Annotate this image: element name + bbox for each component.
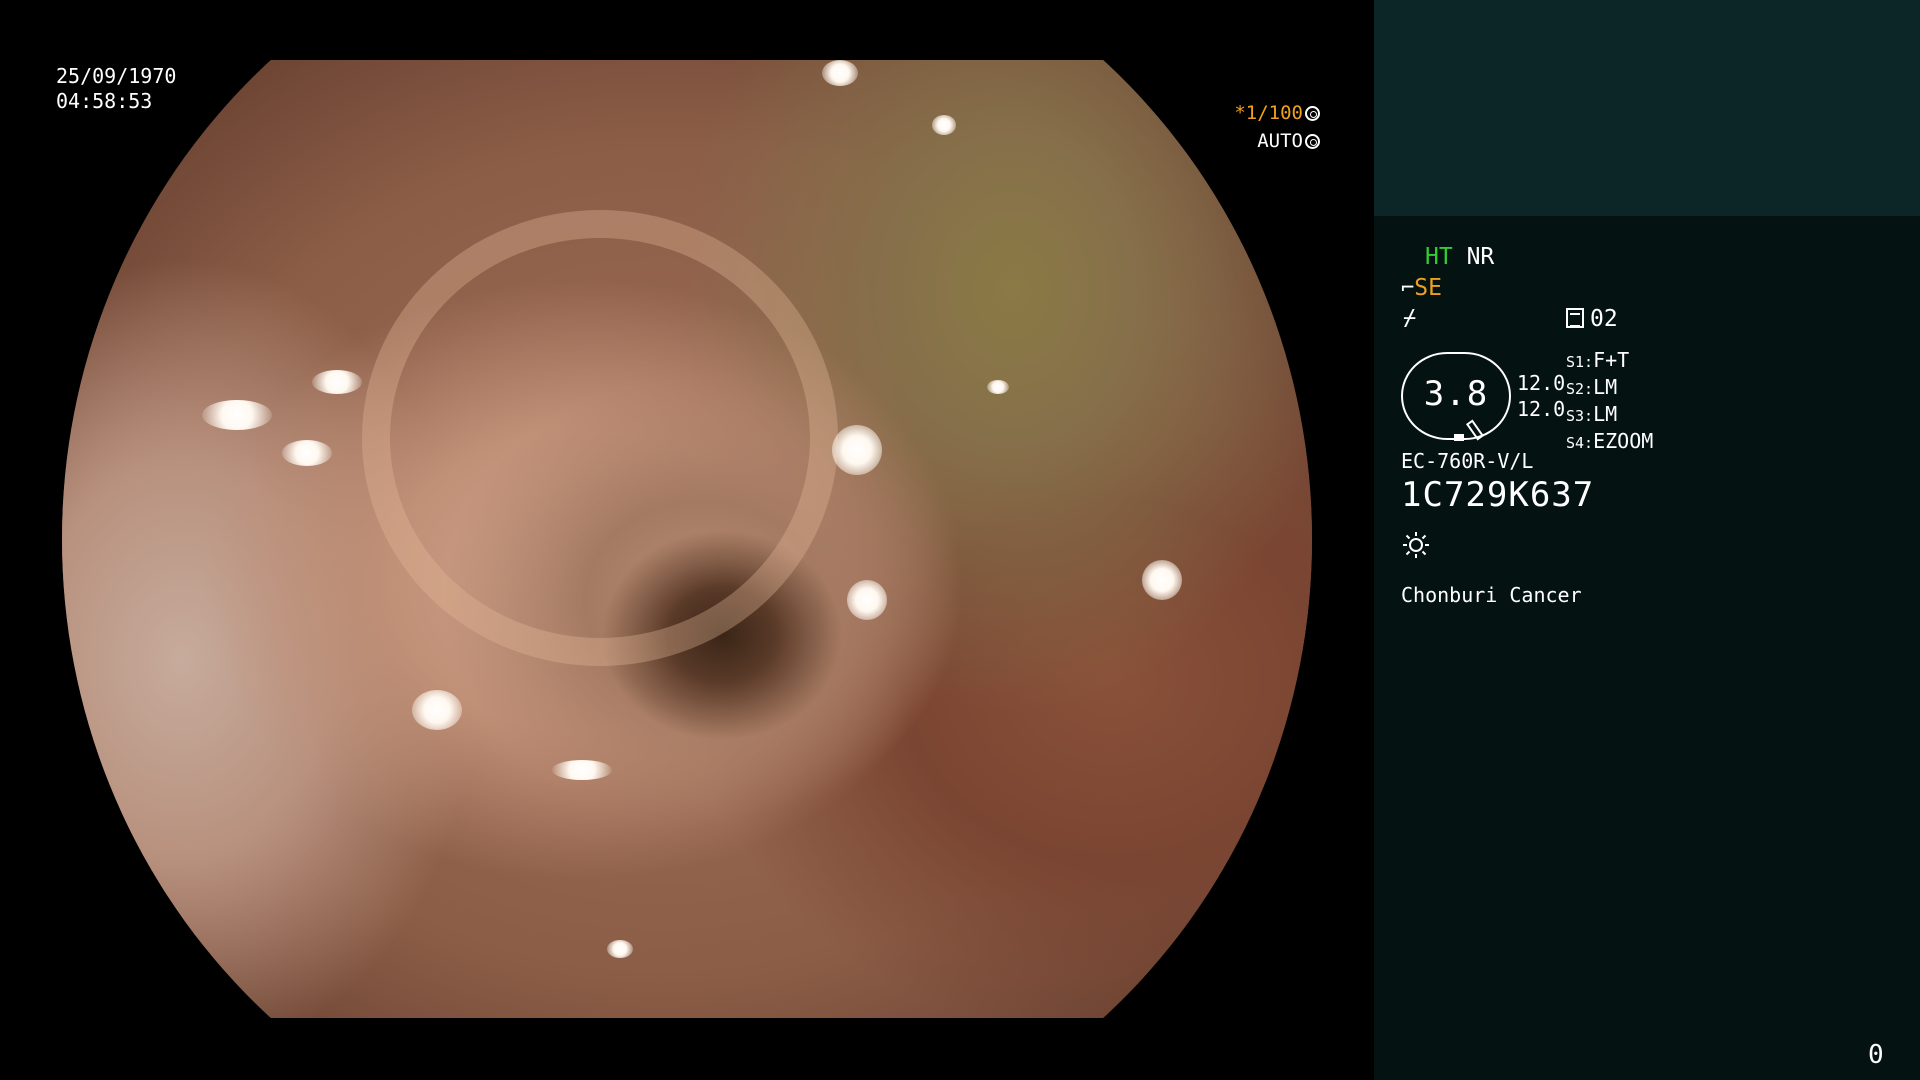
range-values: 12.0 12.0 [1517,370,1565,422]
switch-setting: S2:LM [1566,375,1653,402]
specular-highlight [932,115,956,135]
memo-number: 02 [1590,306,1618,332]
info-panel [1374,0,1920,1080]
se-indicator: SE [1414,275,1442,301]
memo-row: 02 [1566,305,1618,333]
switch-value: LM [1593,402,1618,426]
specular-highlight [832,425,882,475]
endoscopic-image [62,60,1312,1018]
switch-key: S4: [1566,434,1594,452]
switch-value: LM [1593,375,1618,399]
scope-switch-settings: S1:F+T S2:LM S3:LM S4:EZOOM [1566,348,1653,456]
mucosal-fold [362,210,838,666]
angle-icon [1465,419,1485,441]
range-bottom: 12.0 [1517,397,1566,421]
shutter-speed: *1/100 [1234,102,1303,124]
switch-value: F+T [1593,348,1630,372]
specular-highlight [607,940,633,958]
date-text: 25/09/1970 [56,64,177,88]
info-panel-header [1374,0,1920,216]
specular-highlight [822,60,858,86]
color-mode-row: ⌿ [1403,304,1416,333]
memo-icon [1566,308,1584,328]
range-top: 12.0 [1517,371,1566,395]
image-enhancement-row: HT NR [1425,243,1494,271]
switch-key: S1: [1566,353,1594,371]
switch-setting: S1:F+T [1566,348,1653,375]
switch-key: S3: [1566,407,1594,425]
switch-value: EZOOM [1593,429,1654,453]
institution-name: Chonburi Cancer [1401,583,1582,607]
specular-highlight [202,400,272,430]
specular-highlight [1142,560,1182,600]
specular-highlight [282,440,332,466]
endoscope-screen: 25/09/1970 04:58:53 *1/100 AUTO HT NR ⌐S… [0,0,1920,1080]
switch-key: S2: [1566,380,1594,398]
iris-mode: AUTO [1257,130,1303,152]
frame-count: 0 [1868,1040,1884,1070]
endoscopic-view: 25/09/1970 04:58:53 *1/100 AUTO [0,0,1374,1080]
dial-marker [1454,434,1464,441]
shutter-block: *1/100 AUTO [1200,99,1320,155]
ht-indicator: HT [1425,244,1453,270]
color-mode-icon: ⌿ [1403,306,1417,331]
enhancement-icon: ⌐ [1401,276,1415,301]
aperture-icon [1305,106,1320,121]
time-text: 04:58:53 [56,89,153,113]
scope-model: EC-760R-V/L [1401,449,1534,473]
iris-icon [1305,134,1320,149]
scope-serial: 1C729K637 [1401,475,1595,515]
specular-highlight [987,380,1009,394]
switch-setting: S4:EZOOM [1566,429,1653,456]
structure-row: ⌐SE [1401,274,1442,303]
dial-value: 3.8 [1423,374,1489,414]
specular-highlight [312,370,362,394]
switch-setting: S3:LM [1566,402,1653,429]
specular-highlight [847,580,887,620]
specular-highlight [552,760,612,780]
magnification-dial: 3.8 [1401,352,1511,441]
specular-highlight [412,690,462,730]
date-time: 25/09/1970 04:58:53 [56,64,176,114]
light-source-icon [1403,532,1429,558]
nr-indicator: NR [1466,244,1495,270]
